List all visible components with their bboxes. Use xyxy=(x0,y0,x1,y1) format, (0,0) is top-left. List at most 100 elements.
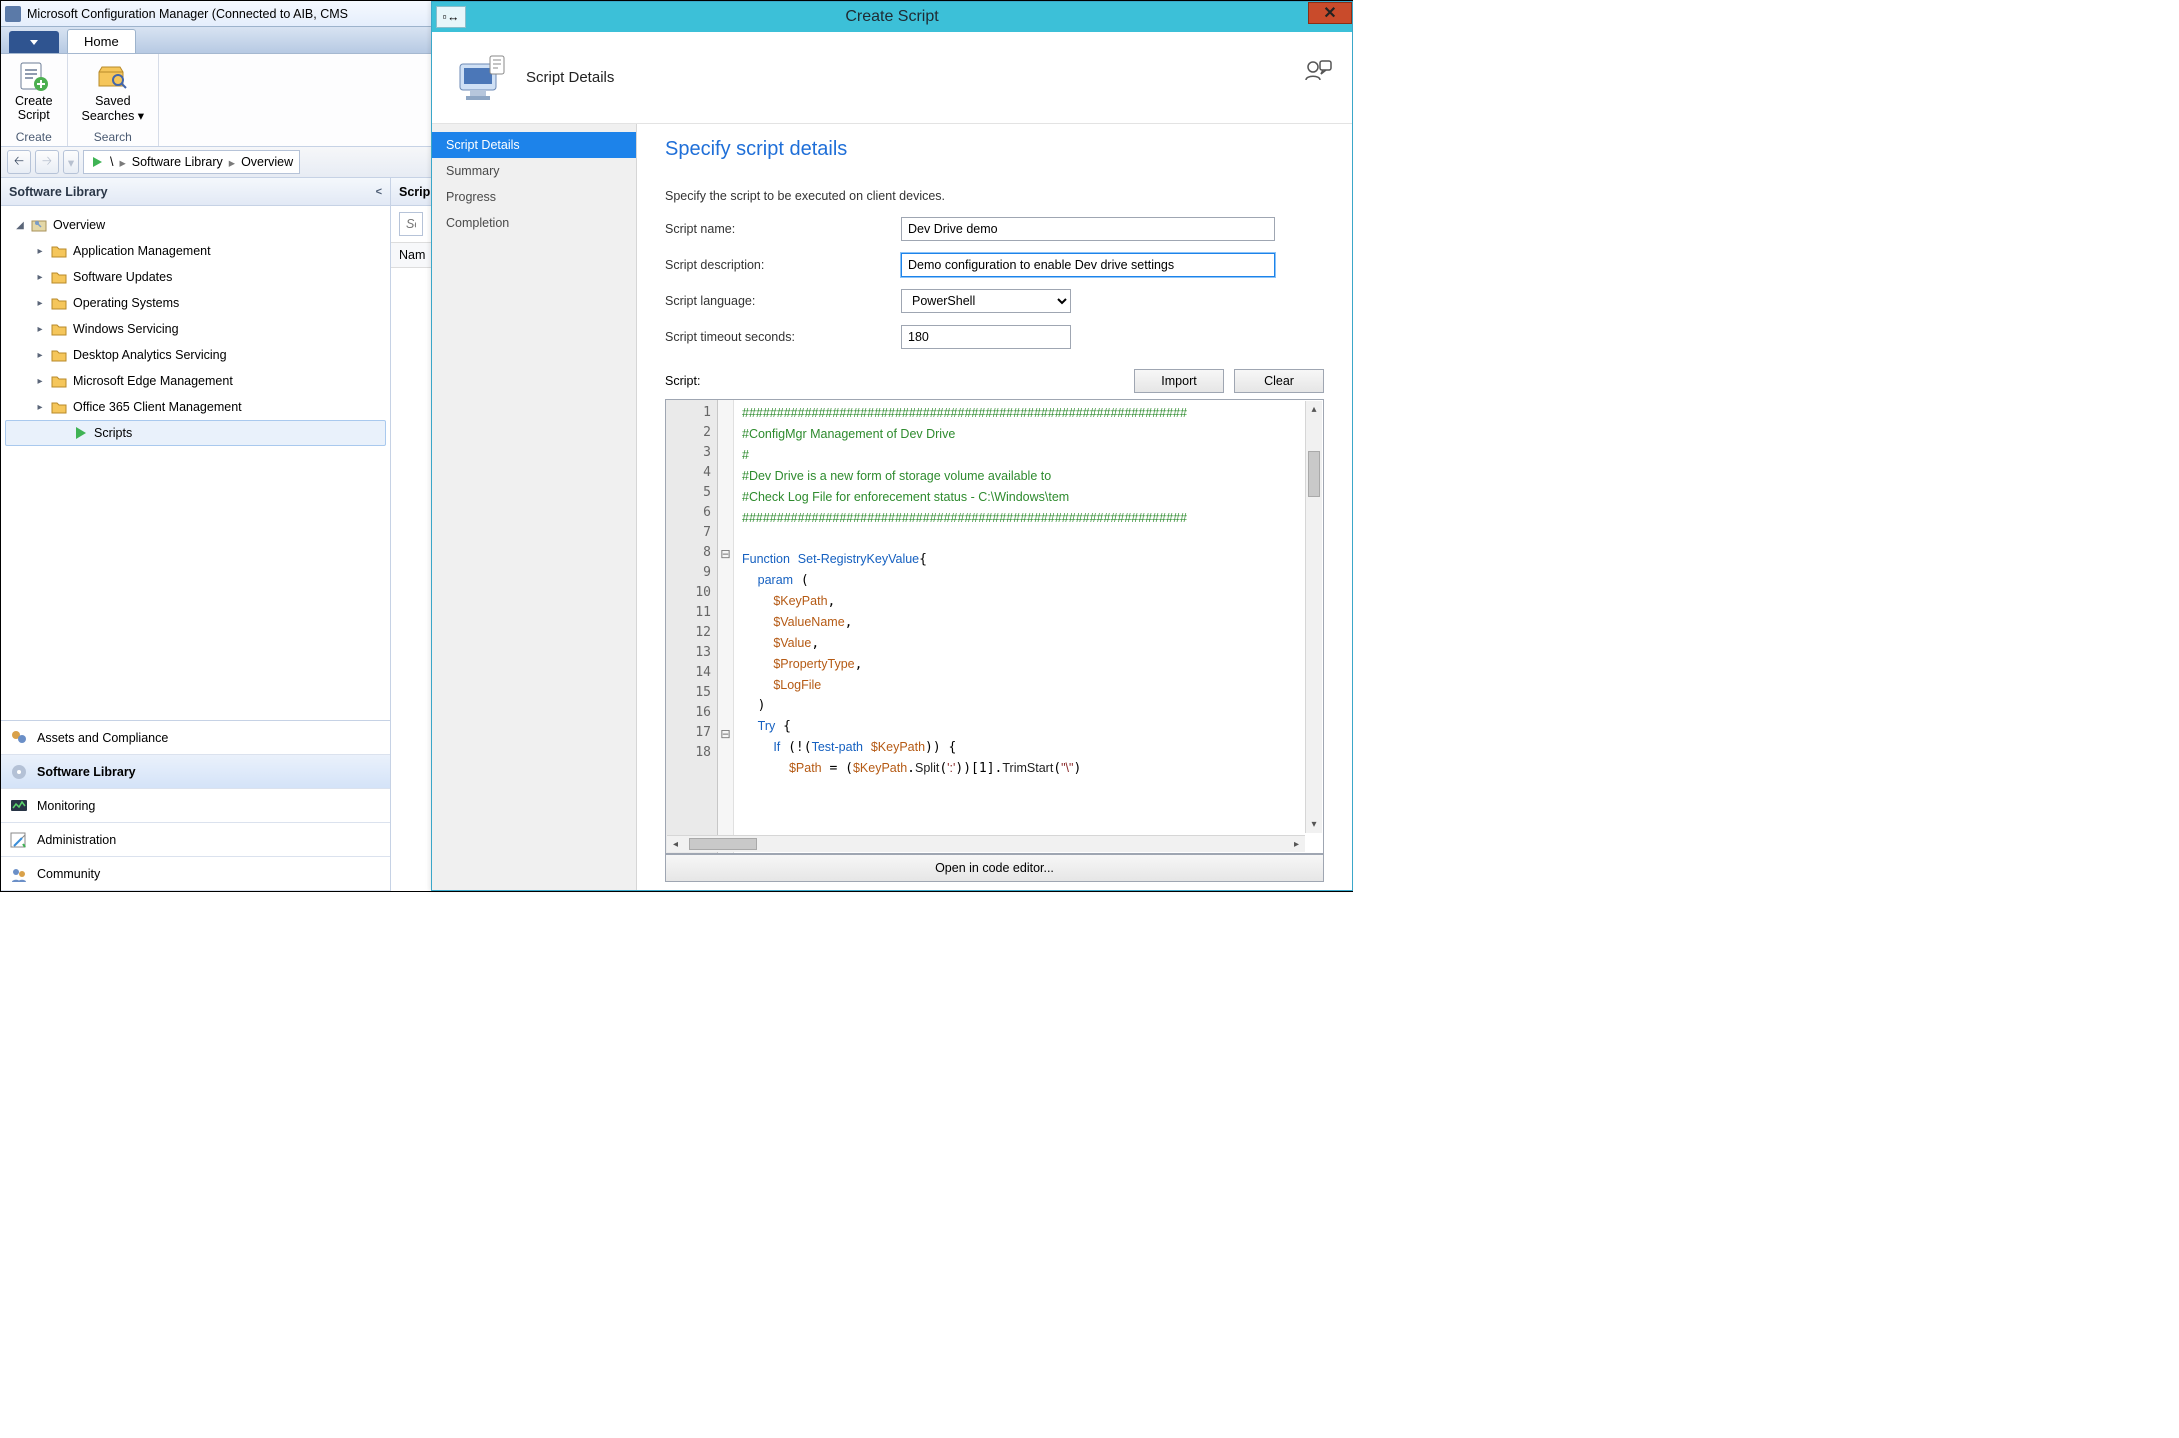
breadcrumb-item-1[interactable]: Overview xyxy=(241,155,293,169)
tree-label: Desktop Analytics Servicing xyxy=(73,348,227,362)
horizontal-scrollbar[interactable]: ◂ ▸ xyxy=(667,835,1305,852)
ribbon-group-create: Create Script Create xyxy=(1,54,68,146)
open-in-code-editor-button[interactable]: Open in code editor... xyxy=(665,854,1324,882)
breadcrumb-box[interactable]: \ ▸ Software Library ▸ Overview xyxy=(83,150,300,174)
wizard-step-progress[interactable]: Progress xyxy=(432,184,636,210)
folder-icon xyxy=(51,321,67,337)
nav-forward-button[interactable]: 🡢 xyxy=(35,150,59,174)
script-timeout-input[interactable] xyxy=(901,325,1071,349)
expander-icon[interactable]: ▸ xyxy=(35,402,45,413)
tree-item-desktop-analytics[interactable]: ▸ Desktop Analytics Servicing xyxy=(5,342,386,368)
nav-back-button[interactable]: 🡠 xyxy=(7,150,31,174)
tree-item-app-management[interactable]: ▸ Application Management xyxy=(5,238,386,264)
script-language-select[interactable]: PowerShell xyxy=(901,289,1071,313)
script-details-icon xyxy=(452,50,508,106)
tree-item-software-updates[interactable]: ▸Software Updates xyxy=(5,264,386,290)
scroll-down-icon[interactable]: ▾ xyxy=(1306,816,1322,833)
script-name-input[interactable] xyxy=(901,217,1275,241)
code-line-numbers: 123456789101112131415161718 xyxy=(666,400,718,853)
saved-searches-button[interactable]: Saved Searches ▾ xyxy=(76,58,151,125)
breadcrumb-item-0[interactable]: Software Library xyxy=(132,155,223,169)
script-description-input[interactable] xyxy=(901,253,1275,277)
nav-administration[interactable]: Administration xyxy=(1,823,390,857)
app-icon xyxy=(5,6,21,22)
vertical-scrollbar[interactable]: ▴ ▾ xyxy=(1305,401,1322,833)
search-input[interactable] xyxy=(399,212,423,236)
scroll-right-icon[interactable]: ▸ xyxy=(1288,836,1305,852)
chevron-right-icon: ▸ xyxy=(119,155,125,170)
scroll-up-icon[interactable]: ▴ xyxy=(1306,401,1322,418)
tab-home[interactable]: Home xyxy=(67,29,136,53)
nav-monitoring[interactable]: Monitoring xyxy=(1,789,390,823)
nav-label: Monitoring xyxy=(37,799,95,813)
dialog-close-button[interactable]: ✕ xyxy=(1308,2,1352,24)
feedback-icon[interactable] xyxy=(1304,58,1332,82)
tree-item-overview[interactable]: ◢ Overview xyxy=(5,212,386,238)
tree-item-edge-management[interactable]: ▸Microsoft Edge Management xyxy=(5,368,386,394)
create-script-label: Create Script xyxy=(15,94,53,122)
wizard-step-completion[interactable]: Completion xyxy=(432,210,636,236)
tree-label: Windows Servicing xyxy=(73,322,179,336)
scroll-thumb[interactable] xyxy=(1308,451,1320,497)
tree-label: Application Management xyxy=(73,244,211,258)
nav-tree: ◢ Overview ▸ Application Management ▸Soft… xyxy=(1,206,390,720)
expander-icon[interactable]: ▸ xyxy=(35,298,45,309)
dialog-system-menu-button[interactable]: ▫↔ xyxy=(436,6,466,28)
window-title: Microsoft Configuration Manager (Connect… xyxy=(27,7,348,21)
clear-button[interactable]: Clear xyxy=(1234,369,1324,393)
create-script-dialog: ▫↔ Create Script ✕ Script Details Script… xyxy=(431,1,1353,891)
expander-icon[interactable]: ▸ xyxy=(35,246,45,257)
file-menu-dropdown[interactable] xyxy=(9,31,59,53)
import-button[interactable]: Import xyxy=(1134,369,1224,393)
tree-item-o365[interactable]: ▸Office 365 Client Management xyxy=(5,394,386,420)
library-icon xyxy=(9,762,29,782)
dialog-title: Create Script xyxy=(432,8,1352,26)
tree-label: Scripts xyxy=(94,426,132,440)
code-fold-gutter[interactable]: ⊟ ⊟ xyxy=(718,400,734,853)
folder-icon xyxy=(51,243,67,259)
script-code-editor[interactable]: 123456789101112131415161718 ⊟ ⊟ ########… xyxy=(665,399,1324,854)
scripts-icon xyxy=(90,155,104,169)
code-body[interactable]: ########################################… xyxy=(734,400,1323,853)
workspace-nav: Assets and Compliance Software Library M… xyxy=(1,720,390,891)
dialog-titlebar[interactable]: ▫↔ Create Script ✕ xyxy=(432,2,1352,32)
nav-assets-compliance[interactable]: Assets and Compliance xyxy=(1,721,390,755)
create-script-button[interactable]: Create Script xyxy=(9,58,59,124)
nav-label: Administration xyxy=(37,833,116,847)
create-script-icon xyxy=(17,60,51,94)
monitoring-icon xyxy=(9,796,29,816)
tree-item-windows-servicing[interactable]: ▸ Windows Servicing xyxy=(5,316,386,342)
label-script-description: Script description: xyxy=(665,258,901,272)
list-column-name[interactable]: Nam xyxy=(391,242,431,268)
overview-icon xyxy=(31,217,47,233)
expander-icon[interactable]: ▸ xyxy=(35,376,45,387)
admin-icon xyxy=(9,830,29,850)
form-heading: Specify script details xyxy=(665,138,1324,161)
saved-searches-icon xyxy=(96,60,130,94)
folder-icon xyxy=(51,295,67,311)
folder-icon xyxy=(51,269,67,285)
nav-software-library[interactable]: Software Library xyxy=(1,755,390,789)
folder-icon xyxy=(51,373,67,389)
label-script-language: Script language: xyxy=(665,294,901,308)
wizard-step-summary[interactable]: Summary xyxy=(432,158,636,184)
form-helper-text: Specify the script to be executed on cli… xyxy=(665,189,1324,203)
ribbon-group-search: Saved Searches ▾ Search xyxy=(68,54,160,146)
scroll-thumb[interactable] xyxy=(689,838,757,850)
tree-item-scripts[interactable]: ▸Scripts xyxy=(5,420,386,446)
nav-history-dropdown[interactable]: ▾ xyxy=(63,150,79,174)
center-panel-header: Scrip xyxy=(391,178,431,206)
form-area: Specify script details Specify the scrip… xyxy=(637,124,1352,890)
nav-community[interactable]: Community xyxy=(1,857,390,891)
expander-icon[interactable]: ▸ xyxy=(35,350,45,361)
nav-label: Software Library xyxy=(37,765,136,779)
wizard-step-details[interactable]: Script Details xyxy=(432,132,636,158)
panel-header-software-library[interactable]: Software Library < xyxy=(1,178,390,206)
tree-item-operating-systems[interactable]: ▸Operating Systems xyxy=(5,290,386,316)
expander-icon[interactable]: ◢ xyxy=(15,220,25,231)
expander-icon[interactable]: ▸ xyxy=(35,324,45,335)
scroll-left-icon[interactable]: ◂ xyxy=(667,837,684,853)
label-script: Script: xyxy=(665,374,700,388)
ribbon-group-search-label: Search xyxy=(94,130,132,144)
expander-icon[interactable]: ▸ xyxy=(35,272,45,283)
